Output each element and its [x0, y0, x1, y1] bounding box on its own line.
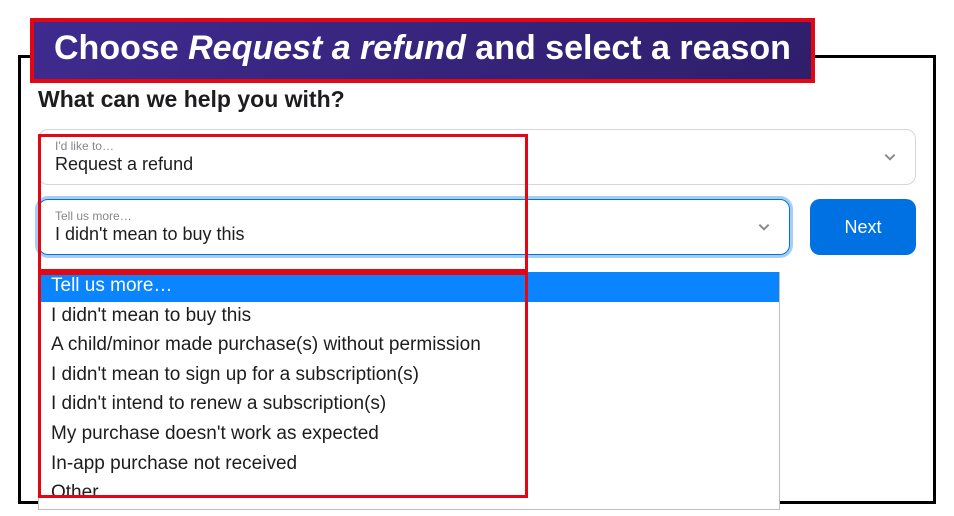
dropdown-option[interactable]: I didn't intend to renew a subscription(… — [39, 390, 779, 420]
select-action-value: Request a refund — [55, 154, 193, 174]
dropdown-option[interactable]: I didn't mean to sign up for a subscript… — [39, 361, 779, 391]
form-heading: What can we help you with? — [38, 86, 916, 113]
dropdown-option[interactable]: I didn't mean to buy this — [39, 302, 779, 332]
dropdown-option[interactable]: A child/minor made purchase(s) without p… — [39, 331, 779, 361]
instruction-text: Choose Request a refund and select a rea… — [54, 30, 791, 67]
next-button[interactable]: Next — [810, 199, 916, 255]
row-reason: Tell us more… I didn't mean to buy this … — [38, 199, 916, 255]
row-action: I'd like to… Request a refund — [38, 129, 916, 185]
select-reason-label: Tell us more… — [55, 209, 745, 223]
dropdown-option[interactable]: Other — [39, 479, 779, 509]
instruction-suffix: and select a reason — [466, 29, 791, 67]
form-content: What can we help you with? I'd like to… … — [38, 86, 916, 269]
chevron-down-icon — [757, 220, 771, 234]
reason-dropdown[interactable]: Tell us more… I didn't mean to buy this … — [38, 272, 780, 510]
instruction-prefix: Choose — [54, 29, 188, 67]
instruction-italic: Request a refund — [188, 29, 466, 67]
dropdown-option[interactable]: My purchase doesn't work as expected — [39, 420, 779, 450]
select-action[interactable]: I'd like to… Request a refund — [38, 129, 916, 185]
chevron-down-icon — [883, 150, 897, 164]
dropdown-option[interactable]: In-app purchase not received — [39, 450, 779, 480]
select-reason-value: I didn't mean to buy this — [55, 224, 245, 244]
instruction-banner: Choose Request a refund and select a rea… — [30, 18, 815, 83]
select-action-label: I'd like to… — [55, 139, 871, 153]
select-reason[interactable]: Tell us more… I didn't mean to buy this — [38, 199, 790, 255]
dropdown-option[interactable]: Tell us more… — [39, 272, 779, 302]
